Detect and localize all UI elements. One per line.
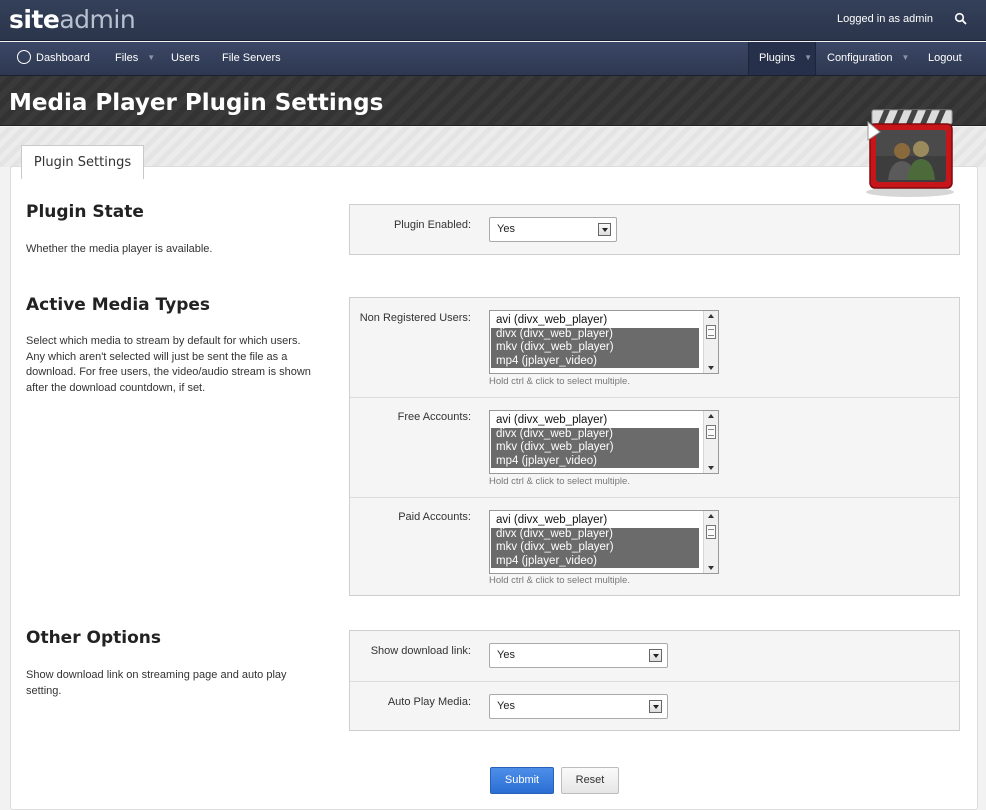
auto-play-label: Auto Play Media:	[387, 696, 471, 708]
plugin-state-box: Plugin Enabled: Yes	[349, 204, 960, 255]
nav-users[interactable]: Users	[171, 42, 200, 75]
nav-plugins-label: Plugins	[759, 52, 796, 64]
free-accounts-label: Free Accounts:	[397, 411, 471, 423]
scroll-thumb[interactable]	[706, 525, 716, 539]
nav-configuration-label: Configuration	[827, 52, 893, 64]
media-option[interactable]: avi (divx_web_player)	[491, 414, 699, 428]
auto-play-select[interactable]: Yes	[489, 694, 668, 719]
non-registered-label: Non Registered Users:	[359, 312, 471, 324]
plugin-enabled-select[interactable]: Yes	[489, 217, 617, 242]
media-option[interactable]: mkv (divx_web_player)	[491, 541, 699, 555]
tab-plugin-settings[interactable]: Plugin Settings	[21, 145, 144, 179]
auto-play-row: Auto Play Media: Yes	[350, 681, 959, 730]
logo-text-admin: admin	[59, 5, 136, 34]
chevron-down-icon: ▼	[804, 53, 812, 62]
search-icon[interactable]	[954, 12, 968, 26]
active-media-types-description: Select which media to stream by default …	[26, 335, 311, 394]
nav-dashboard-label: Dashboard	[36, 52, 90, 64]
free-accounts-media-select[interactable]: avi (divx_web_player) divx (divx_web_pla…	[489, 410, 719, 474]
other-options-box: Show download link: Yes Auto Play Media:…	[349, 630, 960, 731]
paid-accounts-media-select[interactable]: avi (divx_web_player) divx (divx_web_pla…	[489, 510, 719, 574]
top-bar: siteadmin Logged in as admin	[0, 0, 986, 41]
plugin-state-description: Whether the media player is available.	[26, 243, 213, 255]
multi-select-hint: Hold ctrl & click to select multiple.	[489, 376, 630, 387]
other-options-title: Other Options	[26, 628, 161, 648]
multi-select-hint: Hold ctrl & click to select multiple.	[489, 476, 630, 487]
media-option[interactable]: mkv (divx_web_player)	[491, 441, 699, 455]
reset-button[interactable]: Reset	[561, 767, 619, 794]
media-option[interactable]: divx (divx_web_player)	[491, 427, 699, 441]
show-download-row: Show download link: Yes	[350, 631, 959, 681]
media-option[interactable]: divx (divx_web_player)	[491, 527, 699, 541]
media-option[interactable]: mp4 (jplayer_video)	[491, 554, 699, 568]
chevron-down-icon[interactable]	[649, 700, 662, 713]
nav-files-label: Files	[115, 52, 139, 64]
paid-accounts-row: Paid Accounts: avi (divx_web_player) div…	[350, 497, 959, 595]
header-hatch	[0, 127, 986, 167]
nav-logout-label: Logout	[928, 52, 962, 64]
scrollbar[interactable]	[703, 411, 718, 473]
main-nav: Dashboard Files ▼ Users File Servers Plug…	[0, 42, 986, 76]
page-title: Media Player Plugin Settings	[9, 90, 384, 116]
page-header: Media Player Plugin Settings	[0, 76, 986, 126]
site-logo[interactable]: siteadmin	[9, 5, 136, 35]
logo-text-site: site	[9, 5, 60, 34]
nav-dashboard[interactable]: Dashboard	[17, 42, 90, 75]
logged-in-status[interactable]: Logged in as admin	[837, 13, 933, 25]
scroll-up-icon[interactable]	[708, 314, 714, 318]
media-option[interactable]: mkv (divx_web_player)	[491, 341, 699, 355]
scroll-up-icon[interactable]	[708, 514, 714, 518]
media-types-box: Non Registered Users: avi (divx_web_play…	[349, 297, 960, 596]
media-option[interactable]: avi (divx_web_player)	[491, 514, 699, 528]
chevron-down-icon[interactable]	[598, 223, 611, 236]
non-registered-media-select[interactable]: avi (divx_web_player) divx (divx_web_pla…	[489, 310, 719, 374]
media-player-plugin-icon	[866, 109, 954, 197]
media-option[interactable]: mp4 (jplayer_video)	[491, 454, 699, 468]
show-download-select[interactable]: Yes	[489, 643, 668, 668]
media-option[interactable]: divx (divx_web_player)	[491, 327, 699, 341]
plugin-enabled-label: Plugin Enabled:	[393, 219, 471, 231]
scroll-down-icon[interactable]	[708, 466, 714, 470]
nav-file-servers[interactable]: File Servers	[222, 42, 281, 75]
multi-select-hint: Hold ctrl & click to select multiple.	[489, 575, 630, 586]
show-download-value: Yes	[497, 649, 515, 661]
plugin-enabled-value: Yes	[497, 223, 515, 235]
nav-users-label: Users	[171, 52, 200, 64]
scrollbar[interactable]	[703, 311, 718, 373]
dashboard-icon	[17, 50, 31, 65]
free-accounts-row: Free Accounts: avi (divx_web_player) div…	[350, 397, 959, 497]
nav-logout[interactable]: Logout	[928, 42, 962, 75]
chevron-down-icon[interactable]	[649, 649, 662, 662]
auto-play-value: Yes	[497, 700, 515, 712]
non-registered-row: Non Registered Users: avi (divx_web_play…	[350, 298, 959, 397]
scroll-up-icon[interactable]	[708, 414, 714, 418]
plugin-state-title: Plugin State	[26, 202, 144, 222]
paid-accounts-label: Paid Accounts:	[398, 511, 471, 523]
show-download-label: Show download link:	[370, 645, 471, 657]
nav-file-servers-label: File Servers	[222, 52, 281, 64]
nav-configuration[interactable]: Configuration ▼	[827, 42, 909, 75]
chevron-down-icon: ▼	[147, 53, 156, 62]
media-option[interactable]: avi (divx_web_player)	[491, 314, 699, 328]
scroll-down-icon[interactable]	[708, 566, 714, 570]
chevron-down-icon: ▼	[901, 53, 910, 62]
nav-files[interactable]: Files ▼	[115, 42, 155, 75]
other-options-description: Show download link on streaming page and…	[26, 669, 287, 697]
active-media-types-title: Active Media Types	[26, 295, 211, 315]
scrollbar[interactable]	[703, 511, 718, 573]
submit-button[interactable]: Submit	[490, 767, 554, 794]
scroll-thumb[interactable]	[706, 425, 716, 439]
media-option[interactable]: mp4 (jplayer_video)	[491, 354, 699, 368]
nav-plugins[interactable]: Plugins ▼	[748, 42, 816, 75]
scroll-thumb[interactable]	[706, 325, 716, 339]
plugin-enabled-row: Plugin Enabled: Yes	[350, 205, 959, 254]
scroll-down-icon[interactable]	[708, 366, 714, 370]
